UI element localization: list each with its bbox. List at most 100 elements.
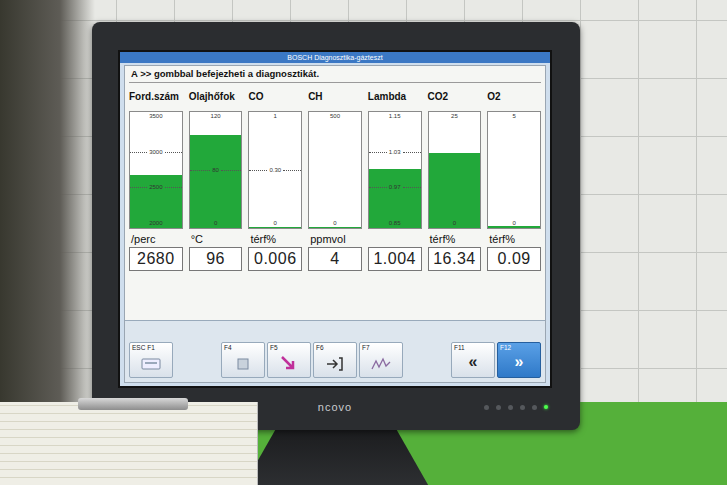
keyboard-icon bbox=[141, 352, 161, 376]
gauge-reading: 1.004 bbox=[368, 247, 422, 271]
gauge-label: O2 bbox=[487, 83, 541, 111]
clipboard bbox=[0, 402, 258, 485]
scale-tick: 1.15 bbox=[369, 113, 421, 120]
gauge-unit: térf% bbox=[428, 229, 482, 247]
key-label: F11 bbox=[454, 344, 465, 352]
scale-tick: 1.03 bbox=[369, 149, 421, 156]
gauge-fill bbox=[190, 135, 242, 228]
gauge-scale: 10.300 bbox=[249, 112, 301, 228]
key-group: F11 « F12» bbox=[451, 342, 541, 378]
gauge-track: 250 bbox=[428, 111, 482, 229]
tick-label: 1.03 bbox=[389, 149, 401, 156]
tick-label: 0 bbox=[333, 220, 336, 227]
monitor: BOSCH Diagnosztika-gáztesztA >> gombbal … bbox=[92, 22, 580, 430]
gauge-track: 50 bbox=[487, 111, 541, 229]
gauge-bars: 350030002500200012080010.30050001.151.03… bbox=[129, 111, 541, 229]
tick-label: 3000 bbox=[149, 149, 162, 156]
window-title: BOSCH Diagnosztika-gázteszt bbox=[120, 52, 550, 63]
tick-label: 0 bbox=[274, 220, 277, 227]
scale-tick: 25 bbox=[429, 113, 481, 120]
control-button[interactable] bbox=[496, 405, 501, 410]
function-key[interactable]: F11 « bbox=[451, 342, 495, 378]
tick-label: 1.15 bbox=[389, 113, 401, 120]
key-glyph: « bbox=[469, 352, 478, 376]
arrow-icon bbox=[279, 352, 299, 376]
scale-tick: 0.85 bbox=[369, 220, 421, 227]
control-button[interactable] bbox=[484, 405, 489, 410]
brand-logo: ncovo bbox=[318, 399, 352, 416]
gauge-label: CO2 bbox=[428, 83, 482, 111]
gauge-label: Lambda bbox=[368, 83, 422, 111]
gauge-headers: Ford.számOlajhőfokCOCHLambdaCO2O2 bbox=[129, 83, 541, 111]
gauge-track: 500 0 bbox=[308, 111, 362, 229]
monitor-controls bbox=[352, 405, 552, 410]
power-led bbox=[544, 405, 548, 409]
gauge-unit bbox=[368, 229, 422, 247]
gauge-scale: 500 0 bbox=[309, 112, 361, 228]
tick-label: 5 bbox=[512, 113, 515, 120]
waveform-icon bbox=[371, 352, 391, 376]
function-key[interactable]: F7 bbox=[359, 342, 403, 378]
tick-label: 2500 bbox=[149, 184, 162, 191]
control-button[interactable] bbox=[532, 405, 537, 410]
scale-tick: 0.30 bbox=[249, 167, 301, 174]
scale-tick: 0 bbox=[309, 220, 361, 227]
key-glyph: » bbox=[515, 352, 524, 376]
monitor-stand bbox=[241, 430, 431, 485]
key-label: ESC F1 bbox=[132, 344, 155, 352]
gauge-label: Olajhőfok bbox=[189, 83, 243, 111]
control-button[interactable] bbox=[520, 405, 525, 410]
gauge-fill bbox=[429, 153, 481, 228]
gauge-label: CO bbox=[248, 83, 302, 111]
function-key-bar: ESC F1 F4 F5 F6 F7 F11 « F12» bbox=[125, 320, 545, 382]
tick-label: 500 bbox=[330, 113, 340, 120]
gauge-units: /perc°Ctérf%ppmvoltérf%térf% bbox=[129, 229, 541, 247]
gauge-readings: 2680960.00641.00416.340.09 bbox=[129, 247, 541, 271]
function-key[interactable]: F5 bbox=[267, 342, 311, 378]
function-key[interactable]: F6 bbox=[313, 342, 357, 378]
gauge-track: 120800 bbox=[189, 111, 243, 229]
key-label: F7 bbox=[362, 344, 370, 352]
key-group: F4 F5 F6 F7 bbox=[221, 342, 403, 378]
control-button[interactable] bbox=[508, 405, 513, 410]
gauge-fill bbox=[309, 227, 361, 228]
tick-label: 0.30 bbox=[269, 167, 281, 174]
gauge-scale: 250 bbox=[429, 112, 481, 228]
scale-tick: 3500 bbox=[130, 113, 182, 120]
scale-tick: 0 bbox=[249, 220, 301, 227]
gauge-scale: 50 bbox=[488, 112, 540, 228]
scale-tick: 2500 bbox=[130, 184, 182, 191]
function-key[interactable]: F12» bbox=[497, 342, 541, 378]
gauge-reading: 0.09 bbox=[487, 247, 541, 271]
tick-label: 0 bbox=[512, 220, 515, 227]
scale-tick: 0.97 bbox=[369, 184, 421, 191]
gauge-unit: térf% bbox=[248, 229, 302, 247]
tick-label: 0.97 bbox=[389, 184, 401, 191]
key-label: F4 bbox=[224, 344, 232, 352]
scale-tick: 3000 bbox=[130, 149, 182, 156]
gauge-unit: /perc bbox=[129, 229, 183, 247]
tick-label: 3500 bbox=[149, 113, 162, 120]
tick-label: 120 bbox=[211, 113, 221, 120]
scale-tick: 120 bbox=[190, 113, 242, 120]
scale-tick: 80 bbox=[190, 167, 242, 174]
scale-tick: 500 bbox=[309, 113, 361, 120]
square-icon bbox=[236, 352, 250, 376]
gauge-reading: 16.34 bbox=[428, 247, 482, 271]
gauge-track: 10.300 bbox=[248, 111, 302, 229]
gauge-fill bbox=[488, 226, 540, 228]
tick-label: 0.85 bbox=[389, 220, 401, 227]
gauge-reading: 0.006 bbox=[248, 247, 302, 271]
gauge-unit: °C bbox=[189, 229, 243, 247]
gauge-unit: térf% bbox=[487, 229, 541, 247]
gauge-fill bbox=[249, 227, 301, 228]
clipboard-clip bbox=[78, 398, 188, 410]
function-key[interactable]: ESC F1 bbox=[129, 342, 173, 378]
gauge-scale: 3500 3000 2500 2000 bbox=[130, 112, 182, 228]
gauge-track: 1.15 1.03 0.97 0.85 bbox=[368, 111, 422, 229]
tick-label: 80 bbox=[212, 167, 219, 174]
key-label: F6 bbox=[316, 344, 324, 352]
function-key[interactable]: F4 bbox=[221, 342, 265, 378]
scale-tick: 2000 bbox=[130, 220, 182, 227]
scale-tick: 5 bbox=[488, 113, 540, 120]
